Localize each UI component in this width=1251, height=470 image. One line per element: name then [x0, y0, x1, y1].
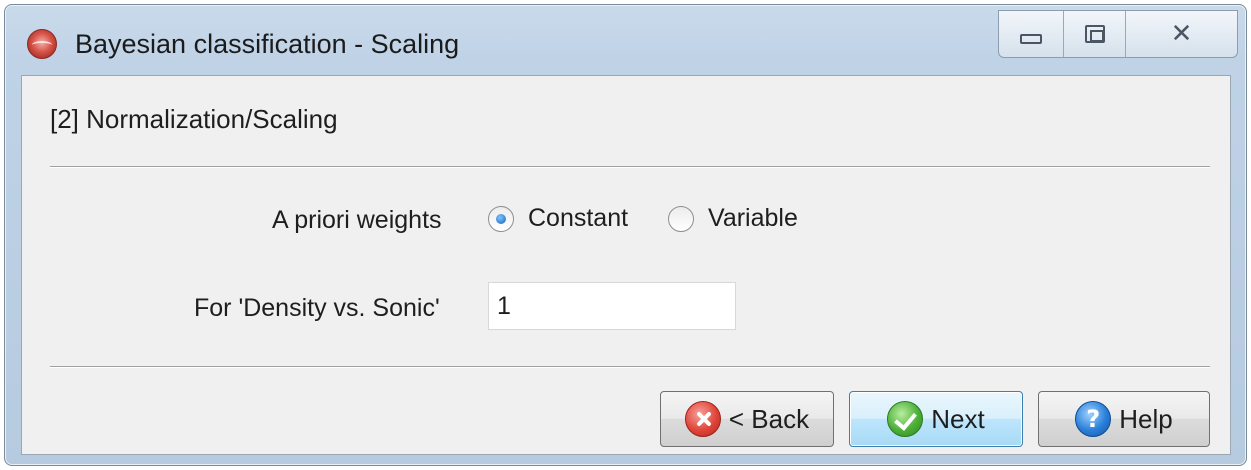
- radio-constant-circle[interactable]: [488, 205, 514, 232]
- window-controls: ✕: [998, 10, 1238, 58]
- minimize-icon: [1020, 34, 1043, 44]
- density-sonic-input[interactable]: [488, 282, 736, 330]
- title-bar[interactable]: Bayesian classification - Scaling ✕: [5, 5, 1246, 77]
- help-button[interactable]: ? Help: [1038, 391, 1210, 447]
- radio-variable-circle[interactable]: [668, 205, 694, 232]
- maximize-button[interactable]: [1064, 11, 1126, 57]
- radio-constant-label: Constant: [528, 204, 629, 232]
- radio-variable[interactable]: Variable: [668, 204, 798, 233]
- checkmark-icon: [887, 401, 924, 437]
- next-button[interactable]: Next: [849, 391, 1023, 447]
- maximize-icon: [1084, 25, 1105, 43]
- density-sonic-label: For 'Density vs. Sonic': [194, 294, 440, 322]
- step-title: [2] Normalization/Scaling: [50, 104, 338, 134]
- close-button[interactable]: ✕: [1126, 11, 1237, 57]
- help-button-label: Help: [1119, 403, 1173, 434]
- weights-label: A priori weights: [272, 206, 442, 234]
- next-button-label: Next: [931, 403, 985, 434]
- app-icon: [27, 29, 57, 59]
- dialog-content: [2] Normalization/Scaling A priori weigh…: [21, 75, 1231, 455]
- back-button-label: < Back: [728, 403, 810, 434]
- question-icon: ?: [1075, 401, 1112, 437]
- back-button[interactable]: < Back: [660, 391, 834, 447]
- bottom-separator: [50, 366, 1210, 368]
- minimize-button[interactable]: [999, 11, 1065, 57]
- error-x-icon: [684, 401, 721, 437]
- radio-constant[interactable]: Constant: [488, 204, 628, 233]
- close-icon: ✕: [1170, 19, 1193, 49]
- dialog-window: Bayesian classification - Scaling ✕ [2] …: [4, 4, 1247, 466]
- window-title: Bayesian classification - Scaling: [75, 29, 460, 59]
- radio-variable-label: Variable: [708, 204, 798, 232]
- top-separator: [50, 166, 1210, 168]
